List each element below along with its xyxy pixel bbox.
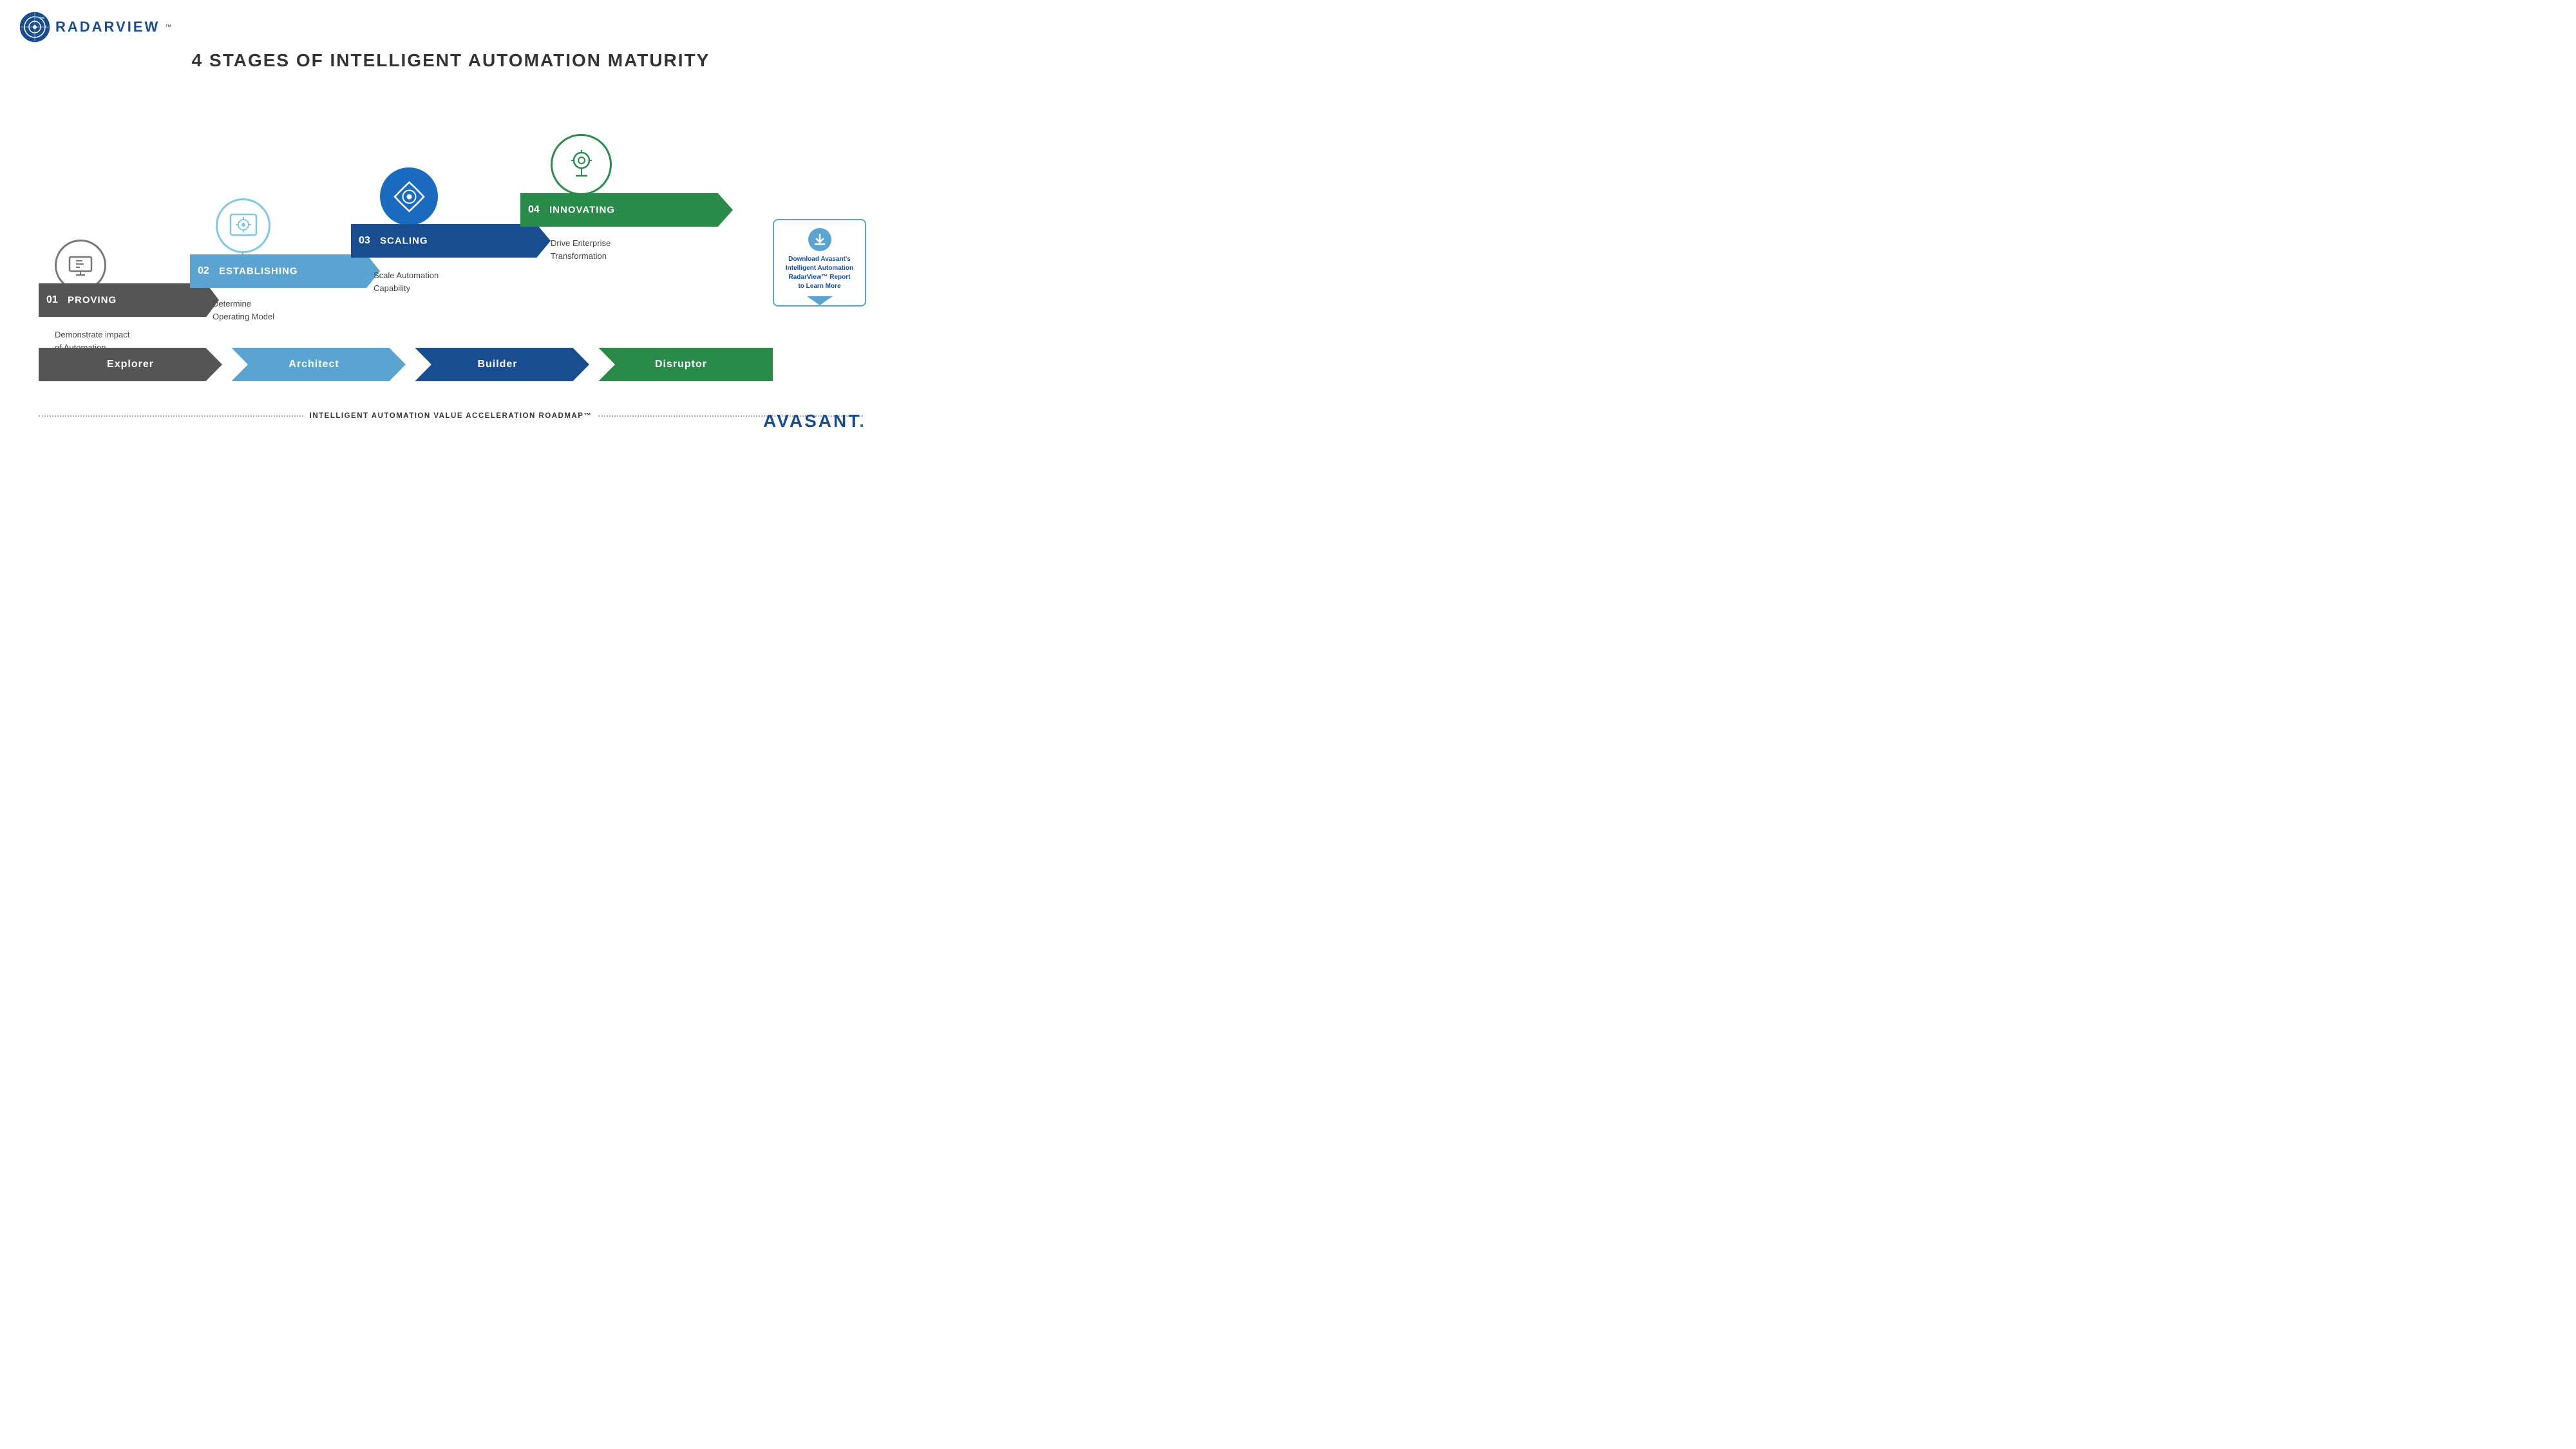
stage-2-circle bbox=[216, 198, 270, 253]
bar-1-num: 01 bbox=[46, 294, 58, 306]
arrow-row: Explorer Architect Builder Disruptor bbox=[39, 348, 773, 381]
stage-3-desc: Scale Automation Capability bbox=[374, 269, 439, 294]
download-text: Download Avasant's Intelligent Automatio… bbox=[781, 255, 858, 291]
arrow-seg-disruptor: Disruptor bbox=[589, 348, 773, 381]
bar-3-num: 03 bbox=[359, 235, 370, 247]
avasant-text: AVASANT. bbox=[763, 411, 866, 431]
download-box[interactable]: Download Avasant's Intelligent Automatio… bbox=[773, 219, 866, 307]
radar-logo-icon bbox=[19, 12, 50, 43]
bar-4-innovating: 04 INNOVATING bbox=[520, 193, 733, 227]
avasant-dot: . bbox=[859, 411, 866, 431]
stage-1-icon bbox=[64, 249, 97, 281]
arrow-seg-architect: Architect bbox=[222, 348, 406, 381]
stage-2-desc: Determine Operating Model bbox=[213, 298, 274, 323]
stage-3-icon bbox=[392, 179, 427, 214]
bar-1-name: PROVING bbox=[68, 295, 117, 306]
bar-2-name: ESTABLISHING bbox=[219, 266, 298, 277]
bar-2-num: 02 bbox=[198, 265, 209, 277]
logo-text: RADARVIEW bbox=[55, 19, 160, 35]
stage-3-circle bbox=[380, 167, 438, 225]
stage-4-desc: Drive Enterprise Transformation bbox=[551, 237, 611, 262]
bar-3-name: SCALING bbox=[380, 236, 428, 247]
avasant-logo: AVASANT. bbox=[763, 411, 866, 431]
main-title: 4 STAGES OF INTELLIGENT AUTOMATION MATUR… bbox=[0, 50, 902, 71]
roadmap-row: INTELLIGENT AUTOMATION VALUE ACCELERATIO… bbox=[39, 412, 863, 420]
roadmap-text: INTELLIGENT AUTOMATION VALUE ACCELERATIO… bbox=[310, 412, 592, 420]
stage-4-circle bbox=[551, 134, 612, 195]
bar-4-num: 04 bbox=[528, 204, 540, 216]
logo-area: RADARVIEW ™ bbox=[19, 12, 171, 43]
arrow-seg-builder: Builder bbox=[406, 348, 589, 381]
stage-4-icon bbox=[563, 146, 600, 184]
bar-4-name: INNOVATING bbox=[549, 205, 615, 216]
bar-2-establishing: 02 ESTABLISHING bbox=[190, 254, 380, 288]
bar-1-proving: 01 PROVING bbox=[39, 283, 219, 317]
arrow-seg-explorer: Explorer bbox=[39, 348, 222, 381]
header: RADARVIEW ™ bbox=[0, 0, 902, 43]
download-arrow-shape bbox=[807, 296, 833, 305]
bar-3-scaling: 03 SCALING bbox=[351, 224, 551, 258]
logo-tm: ™ bbox=[165, 24, 171, 31]
download-arrow-icon bbox=[813, 233, 826, 246]
arrow-row-container: Explorer Architect Builder Disruptor bbox=[39, 348, 773, 381]
download-icon bbox=[808, 228, 831, 251]
stage-2-icon bbox=[227, 209, 260, 243]
diagram-area: 01 PROVING Demonstrate impact of Automat… bbox=[0, 77, 902, 451]
dot-line-left bbox=[39, 415, 303, 417]
